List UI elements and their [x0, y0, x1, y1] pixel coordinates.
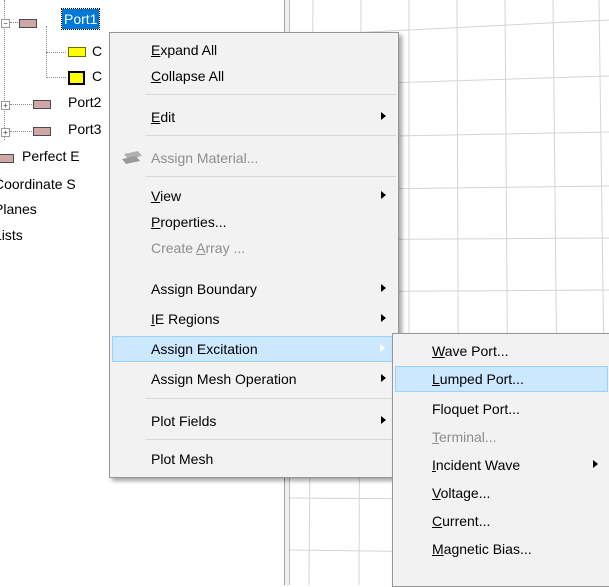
menu-item-create-array[interactable]: Create Array ...	[112, 235, 396, 261]
menu-item-lumped-port[interactable]: Lumped Port...	[395, 366, 608, 392]
material-icon	[122, 151, 142, 164]
excitation-submenu: Wave Port... Lumped Port... Floquet Port…	[392, 333, 609, 587]
menu-item-label: Terminal...	[432, 429, 497, 445]
menu-item-label: Assign Excitation	[151, 341, 258, 357]
tree-item-port1[interactable]: Port1	[60, 8, 101, 30]
tree-item-port3[interactable]: Port3	[68, 121, 101, 137]
port-icon	[33, 127, 51, 136]
menu-item-label: Voltage...	[432, 485, 491, 501]
tree-connector	[46, 52, 66, 53]
menu-item-incident-wave[interactable]: Incident Wave	[395, 452, 608, 478]
menu-item-label: Edit	[151, 109, 176, 125]
tree-connector	[10, 131, 32, 132]
submenu-arrow-icon	[593, 460, 598, 468]
tree-item-child1[interactable]: C	[92, 43, 102, 59]
menu-item-label: Plot Fields	[151, 413, 217, 429]
menu-separator	[145, 176, 396, 177]
submenu-arrow-icon	[381, 416, 386, 424]
menu-item-assign-mesh-operation[interactable]: Assign Mesh Operation	[112, 366, 396, 392]
tree-item-child2[interactable]: C	[92, 68, 102, 84]
tree-item-perfect-e[interactable]: Perfect E	[22, 148, 80, 164]
menu-item-assign-excitation[interactable]: Assign Excitation	[112, 336, 396, 362]
menu-item-label: Magnetic Bias...	[432, 541, 532, 557]
menu-item-label: Expand All	[151, 42, 218, 58]
tree-connector	[46, 77, 66, 78]
menu-item-assign-material[interactable]: Assign Material...	[112, 145, 396, 171]
submenu-arrow-icon	[381, 284, 386, 292]
menu-separator	[145, 94, 396, 95]
menu-separator	[145, 439, 396, 440]
menu-item-label: Assign Mesh Operation	[151, 371, 297, 387]
tree-item-lists[interactable]: Lists	[0, 227, 23, 243]
menu-item-label: Plot Mesh	[151, 451, 214, 467]
collapse-toggle[interactable]: −	[1, 19, 10, 28]
menu-item-properties[interactable]: Properties...	[112, 209, 396, 235]
submenu-arrow-icon	[380, 344, 385, 352]
menu-item-assign-boundary[interactable]: Assign Boundary	[112, 276, 396, 302]
tree-item-planes[interactable]: Planes	[0, 201, 37, 217]
menu-item-label: IE Regions	[151, 311, 220, 327]
context-menu: Expand All Collapse All Edit Assign Mate…	[109, 32, 399, 478]
submenu-arrow-icon	[381, 374, 386, 382]
port-icon	[19, 19, 37, 28]
tree-connector	[10, 104, 32, 105]
menu-item-floquet-port[interactable]: Floquet Port...	[395, 396, 608, 422]
menu-item-edit[interactable]: Edit	[112, 104, 396, 130]
submenu-arrow-icon	[381, 112, 386, 120]
menu-item-label: Assign Material...	[151, 150, 259, 166]
menu-item-label: Current...	[432, 513, 491, 529]
face-icon	[68, 47, 86, 57]
boundary-icon	[0, 154, 14, 163]
menu-item-expand-all[interactable]: Expand All	[112, 37, 396, 63]
menu-item-magnetic-bias[interactable]: Magnetic Bias...	[395, 536, 608, 562]
tree-item-coordinate-systems[interactable]: Coordinate S	[0, 176, 76, 192]
port-icon	[33, 100, 51, 109]
tree-connector	[10, 22, 18, 23]
menu-item-label: Incident Wave	[432, 457, 521, 473]
menu-item-label: Collapse All	[151, 68, 225, 84]
menu-item-collapse-all[interactable]: Collapse All	[112, 63, 396, 89]
menu-item-current[interactable]: Current...	[395, 508, 608, 534]
menu-item-wave-port[interactable]: Wave Port...	[395, 338, 608, 364]
menu-separator	[145, 398, 396, 399]
menu-item-label: Assign Boundary	[151, 281, 257, 297]
submenu-arrow-icon	[381, 314, 386, 322]
menu-item-terminal[interactable]: Terminal...	[395, 424, 608, 450]
menu-item-label: Floquet Port...	[432, 401, 520, 417]
menu-item-view[interactable]: View	[112, 183, 396, 209]
face-outline-icon	[68, 71, 85, 85]
expand-toggle[interactable]: +	[1, 101, 10, 110]
menu-item-plot-fields[interactable]: Plot Fields	[112, 408, 396, 434]
menu-item-label: Properties...	[151, 214, 227, 230]
tree-item-port2[interactable]: Port2	[68, 94, 101, 110]
menu-item-voltage[interactable]: Voltage...	[395, 480, 608, 506]
menu-item-label: Wave Port...	[432, 343, 509, 359]
menu-separator	[145, 135, 396, 136]
menu-item-label: View	[151, 188, 182, 204]
expand-toggle[interactable]: +	[1, 128, 10, 137]
submenu-arrow-icon	[381, 191, 386, 199]
menu-item-label: Lumped Port...	[432, 371, 524, 387]
menu-item-label: Create Array ...	[151, 240, 246, 256]
menu-item-ie-regions[interactable]: IE Regions	[112, 306, 396, 332]
menu-item-plot-mesh[interactable]: Plot Mesh	[112, 446, 396, 472]
